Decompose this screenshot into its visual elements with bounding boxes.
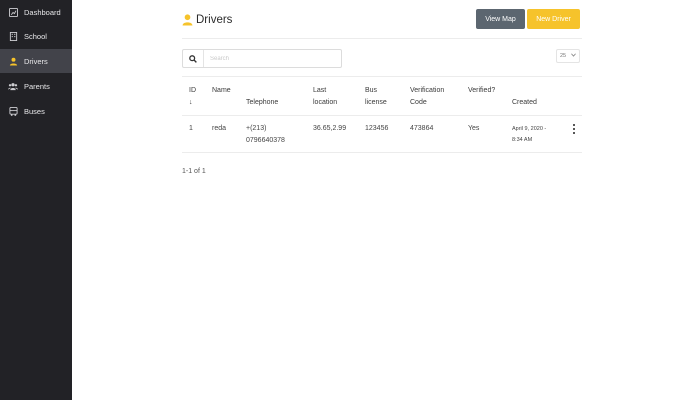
- sidebar-item-label: Drivers: [24, 56, 48, 66]
- sidebar-item-buses[interactable]: Buses: [0, 99, 72, 123]
- chevron-down-icon: [571, 53, 576, 59]
- cell-id: 1: [189, 125, 193, 132]
- sidebar-item-label: Parents: [24, 81, 50, 91]
- search-icon[interactable]: [183, 50, 204, 67]
- sidebar-item-label: Dashboard: [24, 7, 61, 17]
- column-header-telephone[interactable]: Telephone: [246, 97, 278, 109]
- cell-bus-license: 123456: [365, 125, 389, 132]
- column-header-id[interactable]: ID ↓: [189, 85, 196, 109]
- sidebar-item-dashboard[interactable]: Dashboard: [0, 0, 72, 24]
- cell-verified: Yes: [468, 125, 480, 132]
- column-header-created[interactable]: Created: [512, 97, 537, 109]
- row-menu-icon[interactable]: [571, 124, 577, 134]
- sidebar-item-parents[interactable]: Parents: [0, 74, 72, 98]
- building-icon: [8, 31, 18, 41]
- rows-per-page-select[interactable]: 25: [556, 49, 580, 63]
- sidebar-item-label: School: [24, 31, 47, 41]
- column-header-verification-code[interactable]: Verification Code: [410, 85, 456, 109]
- table-bottom-divider: [182, 152, 582, 153]
- sidebar: Dashboard School Drivers Parents Buses: [0, 0, 72, 400]
- column-header-label: ID: [189, 87, 196, 94]
- view-map-button[interactable]: View Map: [476, 9, 525, 29]
- search-input[interactable]: [208, 50, 337, 67]
- cell-name: reda: [212, 125, 227, 132]
- header-divider: [182, 38, 582, 39]
- pagination-summary: 1-1 of 1: [182, 168, 206, 175]
- table-header-divider: [182, 115, 582, 116]
- page-title-text: Drivers: [196, 14, 233, 26]
- cell-telephone: +(213) 0796640378: [246, 125, 285, 144]
- column-header-name[interactable]: Name: [212, 85, 231, 97]
- column-header-last-location[interactable]: Last location: [313, 85, 349, 109]
- table-top-divider: [182, 76, 582, 77]
- new-driver-button[interactable]: New Driver: [527, 9, 580, 29]
- bus-icon: [8, 106, 18, 116]
- column-header-verified[interactable]: Verified?: [468, 85, 495, 97]
- main-content: Drivers View Map New Driver 25 ID ↓ Name…: [72, 0, 692, 400]
- column-header-bus-license[interactable]: Bus license: [365, 85, 397, 109]
- dashboard-icon: [8, 7, 18, 17]
- sidebar-item-label: Buses: [24, 106, 45, 116]
- sort-arrow-icon: ↓: [189, 99, 193, 106]
- cell-created: April 9, 2020 - 8:34 AM: [512, 126, 547, 143]
- page-title: Drivers: [182, 12, 232, 28]
- sidebar-item-drivers[interactable]: Drivers: [0, 49, 72, 73]
- cell-verification-code: 473864: [410, 125, 434, 132]
- person-icon: [8, 56, 18, 66]
- rows-per-page-value: 25: [560, 53, 567, 59]
- person-icon: [182, 14, 193, 26]
- cell-last-location: 36.65,2.99: [313, 125, 347, 132]
- people-icon: [8, 81, 18, 91]
- search-box: [182, 49, 342, 68]
- sidebar-item-school[interactable]: School: [0, 24, 72, 48]
